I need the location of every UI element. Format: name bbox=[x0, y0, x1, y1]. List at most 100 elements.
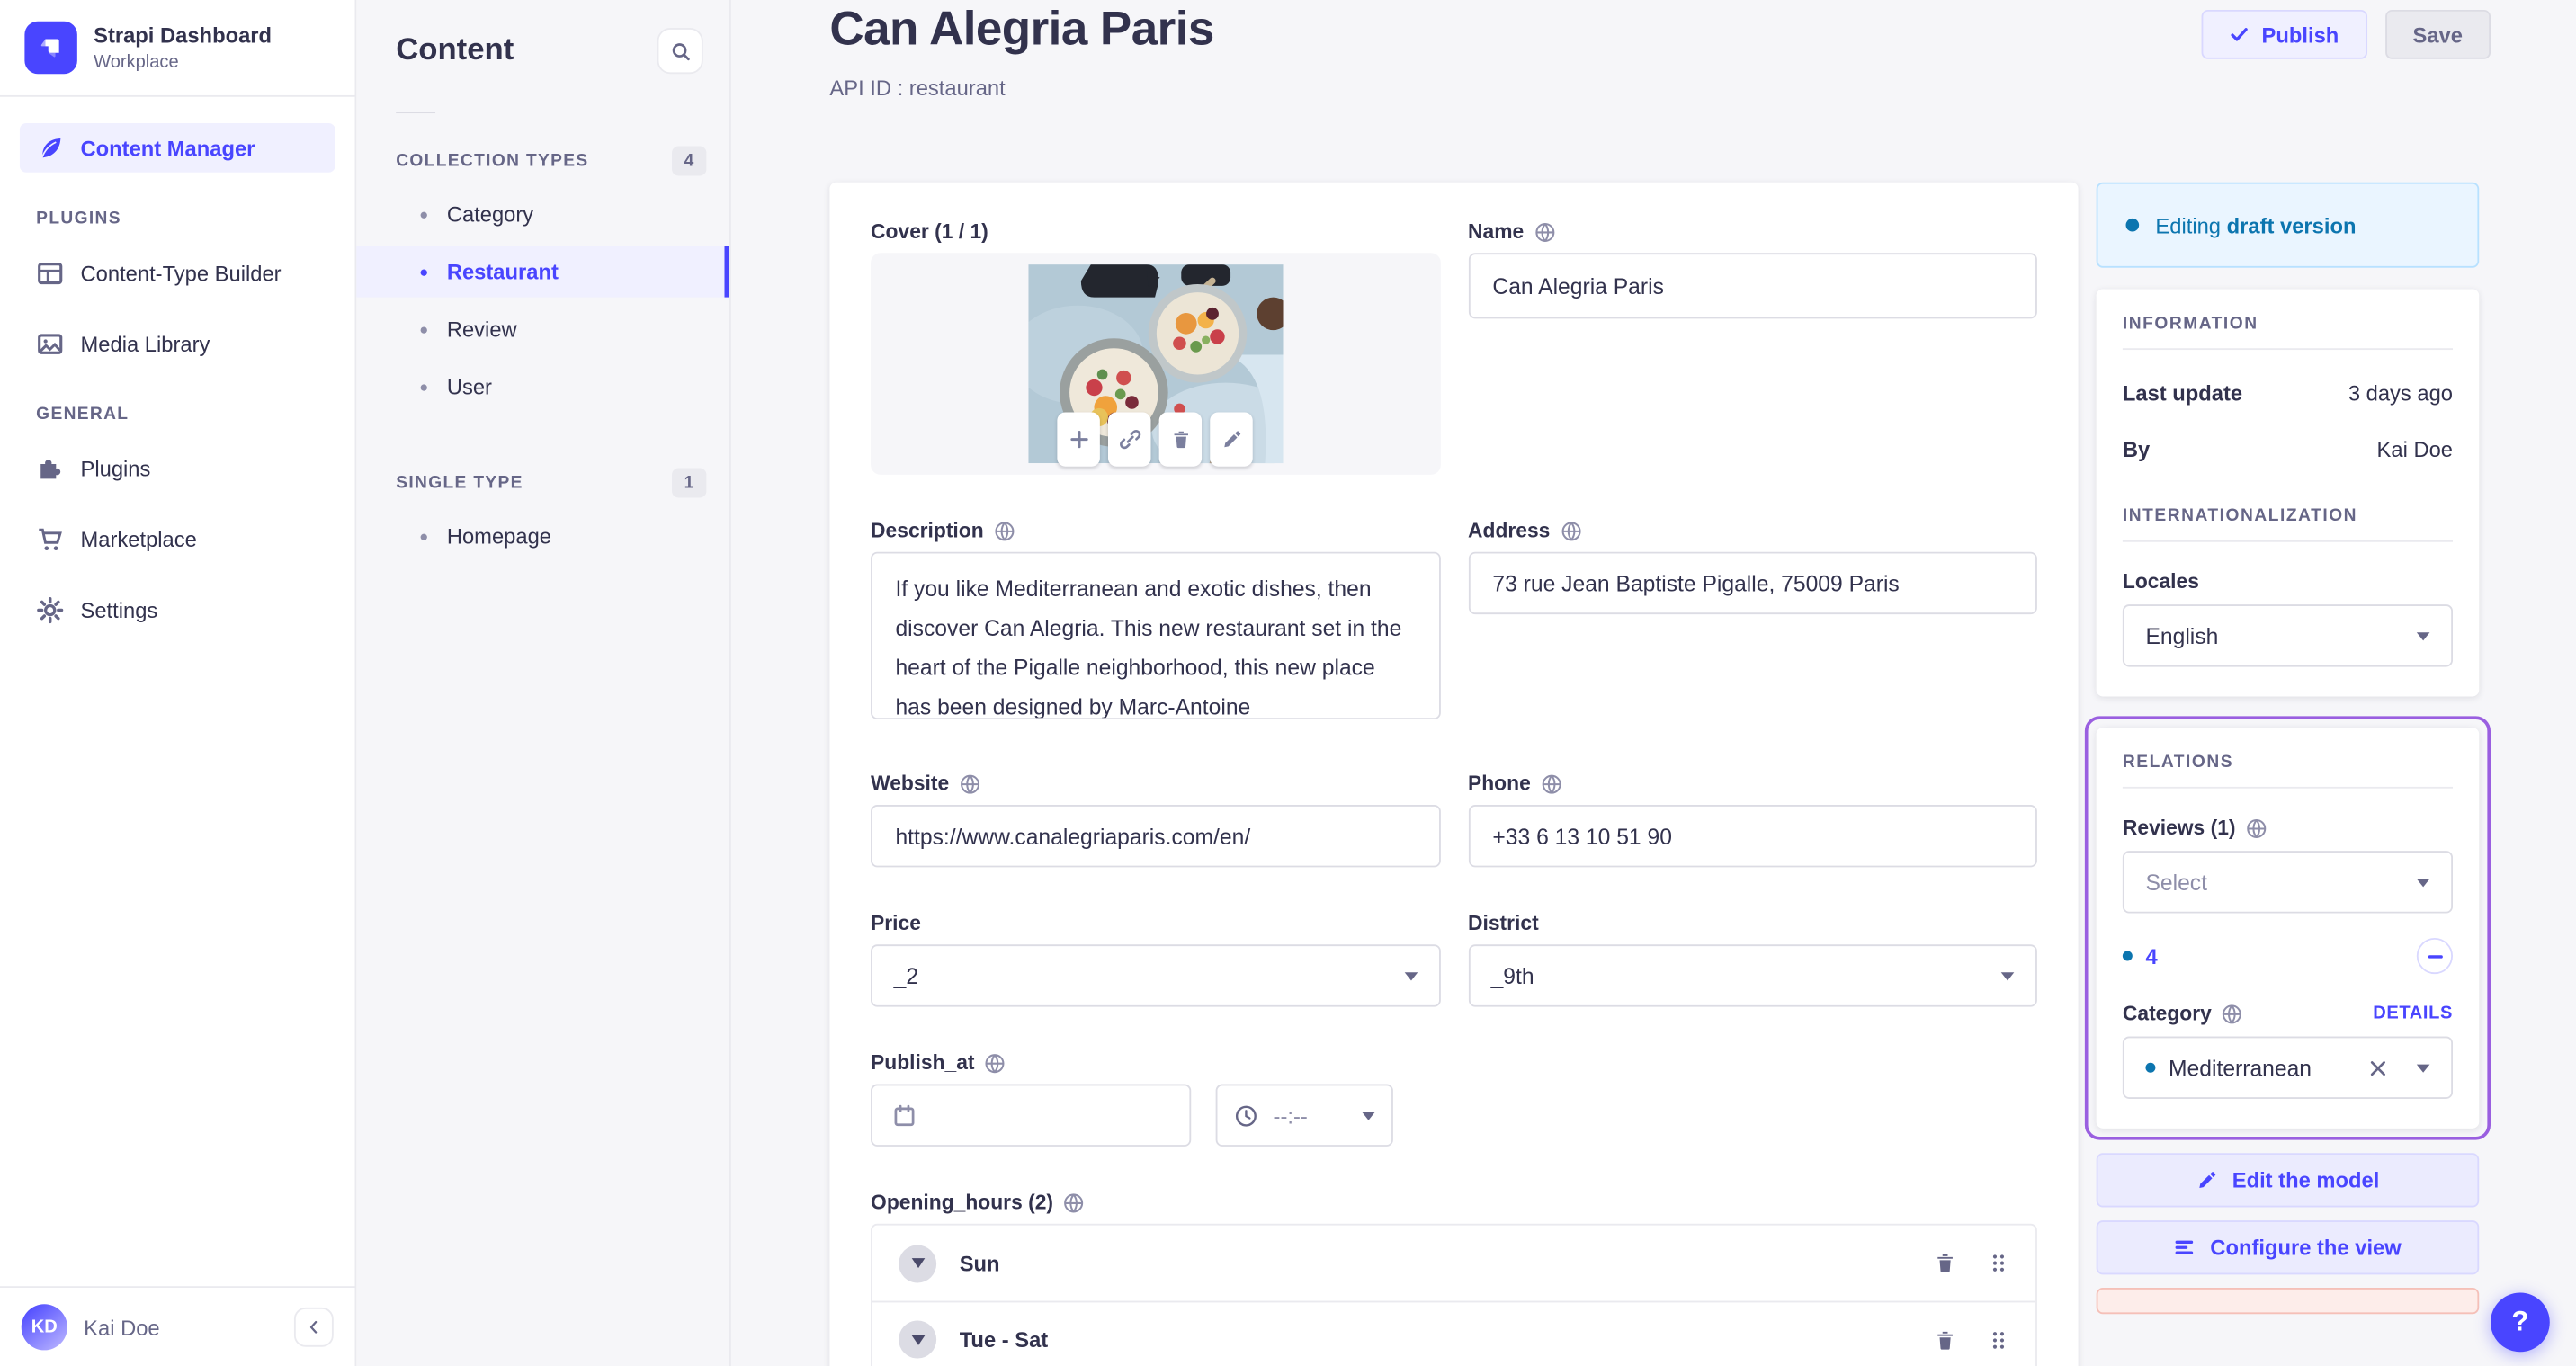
name-label: Name bbox=[1468, 219, 1525, 244]
sidebar-item-content-manager[interactable]: Content Manager bbox=[19, 122, 335, 173]
opening-hours-component: Sun Tue - Sat bbox=[871, 1223, 2037, 1366]
edit-model-button[interactable]: Edit the model bbox=[2096, 1153, 2480, 1208]
description-textarea[interactable]: If you like Mediterranean and exotic dis… bbox=[871, 551, 1440, 720]
user-name: Kai Doe bbox=[84, 1315, 160, 1340]
delete-row-button[interactable] bbox=[1934, 1328, 1957, 1352]
subnav-item-homepage[interactable]: Homepage bbox=[356, 511, 729, 562]
information-header: INFORMATION bbox=[2122, 314, 2454, 351]
sidebar-item-label: Settings bbox=[80, 596, 158, 622]
main-content: Can Alegria Paris API ID : restaurant Pu… bbox=[731, 0, 2576, 1366]
brand-text: Strapi Dashboard Workplace bbox=[94, 23, 272, 73]
bullet-icon bbox=[420, 383, 427, 390]
relations-card: RELATIONS Reviews (1) Select 4 Category … bbox=[2096, 728, 2480, 1129]
strapi-logo-icon bbox=[24, 21, 77, 75]
main-nav: Content Manager PLUGINS Content-Type Bui… bbox=[0, 97, 355, 656]
publish-at-label: Publish_at bbox=[871, 1050, 975, 1075]
district-select[interactable]: _9th bbox=[1468, 944, 2037, 1007]
internationalization-header: INTERNATIONALIZATION bbox=[2122, 506, 2454, 542]
search-icon bbox=[671, 42, 689, 60]
time-input[interactable]: --:-- bbox=[1215, 1084, 1393, 1147]
field-price: Price _2 bbox=[871, 912, 1440, 1007]
edit-model-label: Edit the model bbox=[2232, 1167, 2380, 1193]
brand-title: Strapi Dashboard bbox=[94, 22, 273, 48]
field-cover: Cover (1 / 1) bbox=[871, 220, 1440, 475]
chevron-down-icon bbox=[910, 1335, 925, 1345]
subnav-item-user[interactable]: User bbox=[356, 362, 729, 413]
group-header-collection-types: COLLECTION TYPES 4 bbox=[356, 137, 729, 189]
opening-hours-label: Opening_hours (2) bbox=[871, 1191, 1054, 1214]
bullet-icon bbox=[420, 532, 427, 540]
pencil-icon bbox=[2198, 1172, 2215, 1188]
category-select[interactable]: Mediterranean bbox=[2122, 1036, 2454, 1099]
district-value: _9th bbox=[1490, 963, 1534, 988]
collapse-sidebar-button[interactable] bbox=[293, 1307, 334, 1347]
strapi-app: Strapi Dashboard Workplace Content Manag… bbox=[0, 0, 2576, 1366]
relation-link[interactable]: 4 bbox=[2145, 943, 2157, 968]
field-district: District _9th bbox=[1468, 912, 2037, 1007]
delete-row-button[interactable] bbox=[1934, 1252, 1957, 1275]
price-label: Price bbox=[871, 911, 921, 935]
name-input[interactable] bbox=[1468, 253, 2037, 319]
date-input[interactable] bbox=[871, 1084, 1192, 1147]
address-input[interactable] bbox=[1468, 551, 2037, 615]
sidebar-item-settings[interactable]: Settings bbox=[20, 585, 335, 634]
layout-icon bbox=[36, 259, 64, 287]
subnav-item-label: User bbox=[446, 374, 492, 399]
expand-row-button[interactable] bbox=[899, 1320, 937, 1359]
status-dot-icon bbox=[2125, 218, 2140, 232]
copy-link-button[interactable] bbox=[1108, 412, 1151, 467]
configure-view-label: Configure the view bbox=[2210, 1235, 2402, 1260]
subnav-item-label: Category bbox=[446, 201, 534, 228]
sidebar-item-content-type-builder[interactable]: Content-Type Builder bbox=[20, 248, 335, 298]
field-description: Description If you like Mediterranean an… bbox=[871, 519, 1440, 728]
phone-input[interactable] bbox=[1468, 804, 2037, 868]
add-media-button[interactable] bbox=[1057, 412, 1101, 467]
information-card: INFORMATION Last update 3 days ago By Ka… bbox=[2096, 289, 2480, 697]
price-value: _2 bbox=[893, 963, 919, 988]
website-input[interactable] bbox=[871, 804, 1440, 868]
clear-icon[interactable] bbox=[2369, 1058, 2387, 1076]
subnav-item-category[interactable]: Category bbox=[356, 189, 729, 240]
delete-media-button[interactable] bbox=[1159, 412, 1203, 467]
reviews-select[interactable]: Select bbox=[2122, 851, 2454, 914]
remove-relation-button[interactable] bbox=[2416, 937, 2454, 975]
drag-handle[interactable] bbox=[1988, 1328, 2009, 1352]
category-label: Category bbox=[2122, 1002, 2212, 1025]
field-name: Name bbox=[1468, 220, 2037, 319]
chevron-down-icon bbox=[910, 1258, 925, 1269]
info-value: 3 days ago bbox=[2348, 380, 2454, 406]
help-button[interactable]: ? bbox=[2491, 1292, 2550, 1353]
sidebar-item-media-library[interactable]: Media Library bbox=[20, 318, 335, 368]
cover-label: Cover (1 / 1) bbox=[871, 219, 988, 244]
publish-button[interactable]: Publish bbox=[2200, 9, 2367, 59]
calendar-icon bbox=[894, 1103, 915, 1126]
sidebar-item-marketplace[interactable]: Marketplace bbox=[20, 514, 335, 564]
panel-actions: Edit the model Configure the view bbox=[2096, 1140, 2480, 1275]
subnav-item-restaurant[interactable]: Restaurant bbox=[356, 246, 729, 298]
sidebar-item-plugins[interactable]: Plugins bbox=[20, 443, 335, 493]
field-website: Website bbox=[871, 772, 1440, 868]
price-select[interactable]: _2 bbox=[871, 944, 1440, 1007]
gear-icon bbox=[36, 595, 64, 623]
edit-media-button[interactable] bbox=[1210, 412, 1254, 467]
cover-toolbar bbox=[1057, 412, 1254, 467]
save-button[interactable]: Save bbox=[2384, 9, 2491, 59]
subnav-item-review[interactable]: Review bbox=[356, 304, 729, 355]
relations-header: RELATIONS bbox=[2122, 753, 2454, 789]
field-phone: Phone bbox=[1468, 772, 2037, 868]
search-button[interactable] bbox=[657, 28, 703, 75]
drag-handle[interactable] bbox=[1988, 1252, 2009, 1275]
chevron-down-icon bbox=[2416, 1063, 2430, 1072]
expand-row-button[interactable] bbox=[899, 1244, 937, 1282]
configure-view-button[interactable]: Configure the view bbox=[2096, 1220, 2480, 1275]
bullet-icon bbox=[420, 268, 427, 275]
locale-select[interactable]: English bbox=[2122, 604, 2454, 667]
pencil-icon bbox=[1223, 431, 1240, 448]
delete-entry-button[interactable] bbox=[2096, 1287, 2480, 1315]
bullet-icon bbox=[420, 326, 427, 333]
save-label: Save bbox=[2412, 22, 2463, 48]
sidebar-item-label: Content-Type Builder bbox=[80, 260, 282, 285]
details-link[interactable]: DETAILS bbox=[2373, 1004, 2453, 1023]
minus-icon bbox=[2427, 954, 2442, 958]
clock-icon bbox=[1235, 1104, 1257, 1126]
